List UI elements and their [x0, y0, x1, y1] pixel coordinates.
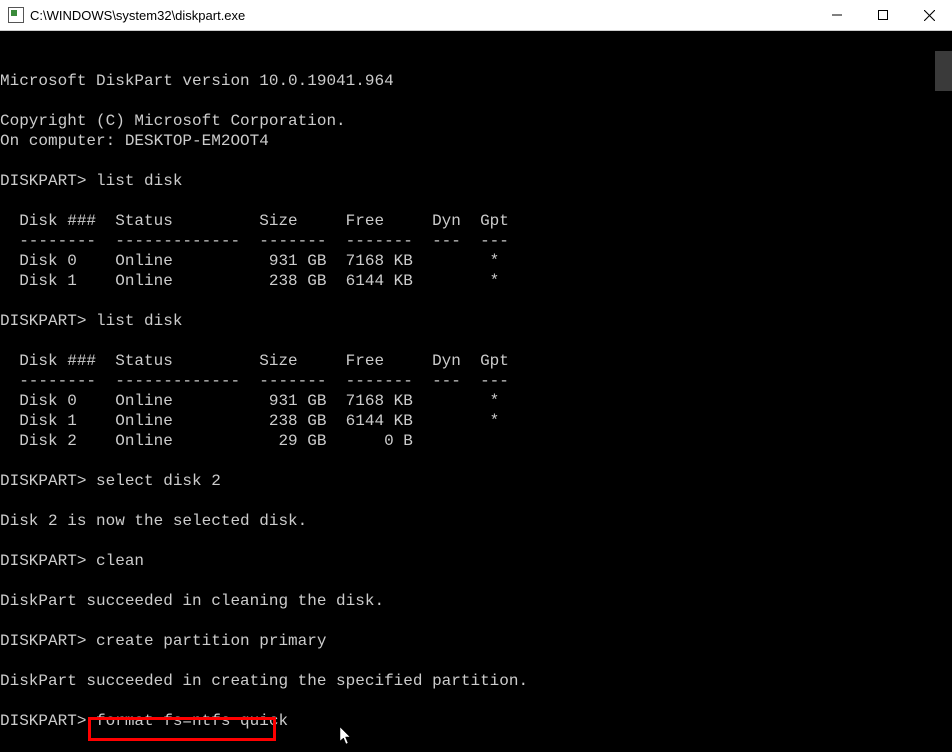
table-separator: -------- ------------- ------- ------- -… — [0, 372, 509, 390]
close-button[interactable] — [906, 0, 952, 30]
table-header: Disk ### Status Size Free Dyn Gpt — [0, 212, 509, 230]
command-text: select disk 2 — [96, 472, 221, 490]
table-separator: -------- ------------- ------- ------- -… — [0, 232, 509, 250]
maximize-button[interactable] — [860, 0, 906, 30]
table-header: Disk ### Status Size Free Dyn Gpt — [0, 352, 509, 370]
table-row: Disk 1 Online 238 GB 6144 KB * — [0, 272, 499, 290]
minimize-button[interactable] — [814, 0, 860, 30]
app-icon — [8, 7, 24, 23]
terminal-output: Microsoft DiskPart version 10.0.19041.96… — [0, 51, 952, 731]
prompt: DISKPART> — [0, 632, 96, 650]
table-row: Disk 2 Online 29 GB 0 B — [0, 432, 413, 450]
command-text: list disk — [96, 312, 182, 330]
message-line: DiskPart succeeded in creating the speci… — [0, 672, 528, 690]
table-row: Disk 1 Online 238 GB 6144 KB * — [0, 412, 499, 430]
command-text: create partition primary — [96, 632, 326, 650]
command-text: clean — [96, 552, 144, 570]
text-line: On computer: DESKTOP-EM2OOT4 — [0, 132, 269, 150]
command-text: list disk — [96, 172, 182, 190]
text-line: Microsoft DiskPart version 10.0.19041.96… — [0, 72, 394, 90]
prompt: DISKPART> — [0, 312, 96, 330]
titlebar[interactable]: C:\WINDOWS\system32\diskpart.exe — [0, 0, 952, 31]
message-line: DiskPart succeeded in cleaning the disk. — [0, 592, 384, 610]
command-text: format fs=ntfs quick — [96, 712, 288, 730]
scrollbar-thumb[interactable] — [935, 51, 952, 91]
text-line: Copyright (C) Microsoft Corporation. — [0, 112, 346, 130]
window-controls — [814, 0, 952, 30]
table-row: Disk 0 Online 931 GB 7168 KB * — [0, 252, 499, 270]
scrollbar[interactable] — [935, 31, 952, 752]
prompt: DISKPART> — [0, 552, 96, 570]
prompt: DISKPART> — [0, 712, 96, 730]
window-title: C:\WINDOWS\system32\diskpart.exe — [30, 8, 245, 23]
message-line: Disk 2 is now the selected disk. — [0, 512, 307, 530]
prompt: DISKPART> — [0, 172, 96, 190]
prompt: DISKPART> — [0, 472, 96, 490]
table-row: Disk 0 Online 931 GB 7168 KB * — [0, 392, 499, 410]
terminal[interactable]: Microsoft DiskPart version 10.0.19041.96… — [0, 31, 952, 752]
